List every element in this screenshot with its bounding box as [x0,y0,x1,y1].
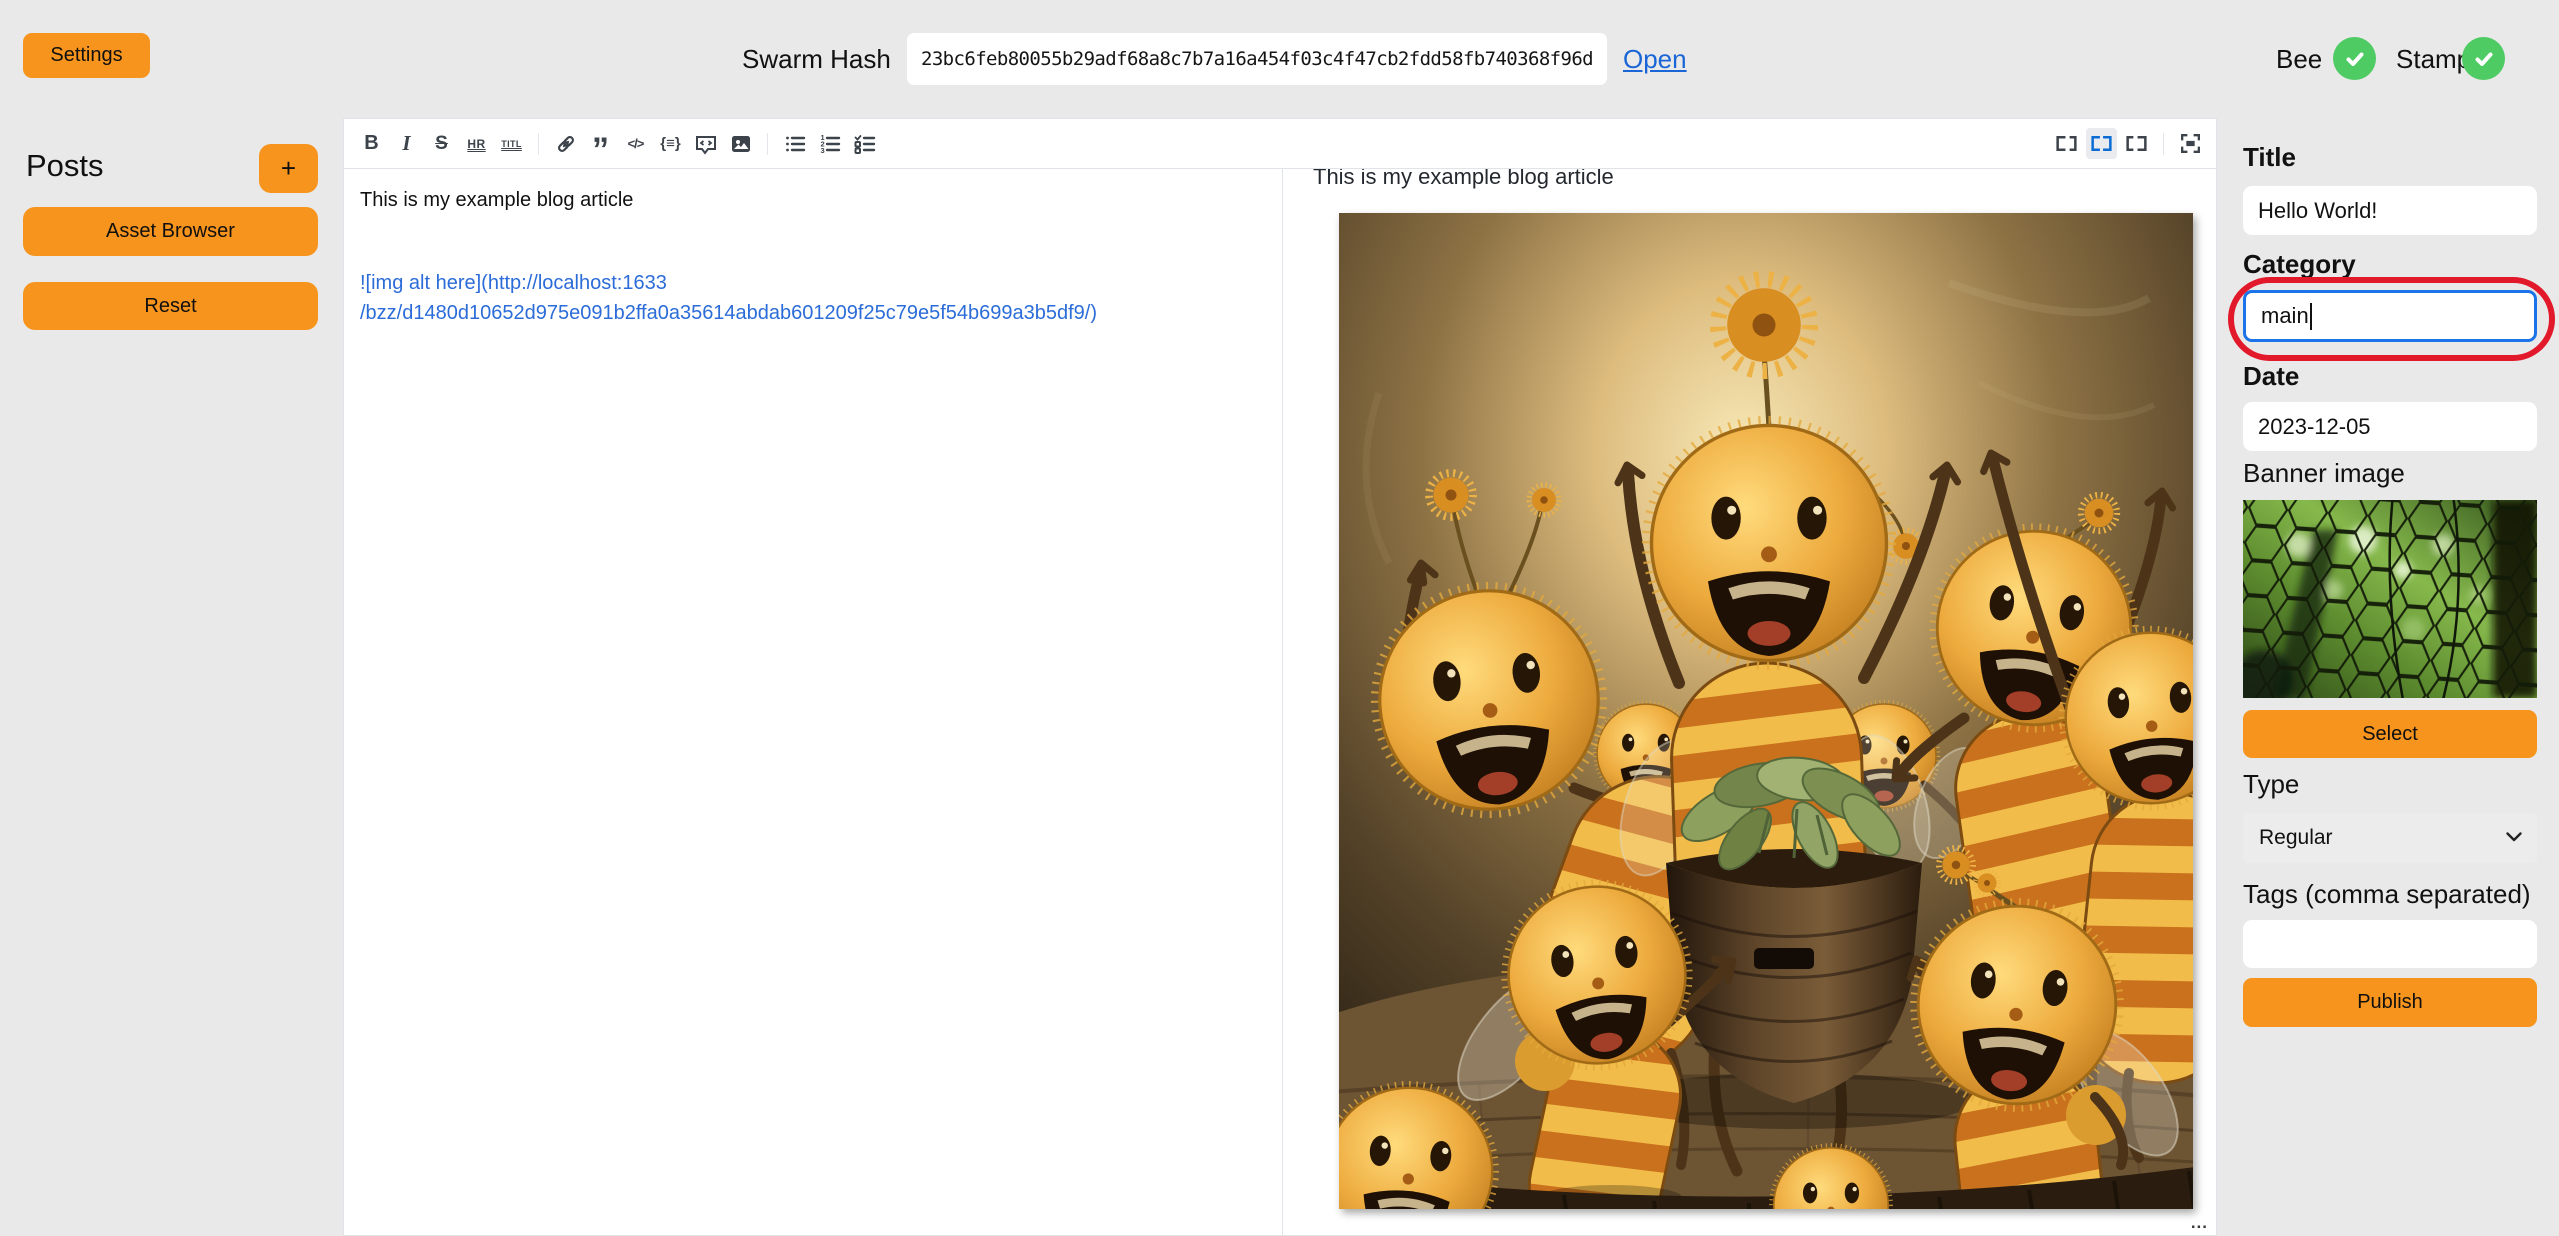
bee-status-label: Bee [2276,33,2322,85]
editor-resize-handle[interactable]: ... [2191,1213,2208,1233]
preview-paragraph: This is my example blog article [1313,169,2216,192]
link-icon[interactable] [550,128,581,159]
banner-image-label: Banner image [2243,458,2405,489]
posts-heading: Posts [26,148,104,184]
add-post-button[interactable]: + [259,144,318,193]
stamp-status-check-icon [2462,37,2505,80]
markdown-source-editor[interactable]: This is my example blog article ![img al… [344,169,1282,1235]
type-selected-value: Regular [2259,826,2333,850]
chevron-down-icon [2506,832,2522,842]
strikethrough-icon[interactable]: S [426,128,457,159]
date-input[interactable]: 2023-12-05 [2243,402,2537,451]
toolbar-divider [767,133,768,155]
code-comment-icon[interactable] [690,128,721,159]
preview-only-layout-icon[interactable] [2121,128,2152,159]
tags-label: Tags (comma separated) [2243,879,2531,910]
image-icon[interactable] [725,128,756,159]
italic-icon[interactable]: I [391,128,422,159]
editor-image-markdown: ![img alt here](http://localhost:1633 /b… [360,268,1266,328]
select-banner-button[interactable]: Select [2243,710,2537,758]
task-list-icon[interactable] [849,128,880,159]
fullscreen-icon[interactable] [2175,128,2206,159]
tags-input[interactable] [2243,920,2537,968]
editor-only-layout-icon[interactable] [2051,128,2082,159]
bee-status-check-icon [2333,37,2376,80]
type-select[interactable]: Regular [2243,813,2537,863]
reset-button[interactable]: Reset [23,282,318,330]
toolbar-divider [538,133,539,155]
article-image [1339,213,2193,1209]
toolbar-divider [2163,133,2164,155]
title-label: Title [2243,142,2296,173]
bold-icon[interactable]: B [356,128,387,159]
category-label: Category [2243,249,2356,280]
split-view-layout-icon[interactable] [2086,128,2117,159]
publish-button[interactable]: Publish [2243,978,2537,1027]
code-block-icon[interactable]: {≡} [655,128,686,159]
horizontal-rule-icon[interactable]: HR [461,128,492,159]
ordered-list-icon[interactable]: 1 2 3 [814,128,845,159]
markdown-preview: This is my example blog article [1282,169,2216,1235]
asset-browser-button[interactable]: Asset Browser [23,207,318,256]
text-caret [2310,303,2312,330]
heading-icon[interactable]: TITL [496,128,527,159]
editor-toolbar: B I S HR TITL ” </> {≡} [344,119,2216,169]
unordered-list-icon[interactable] [779,128,810,159]
category-input[interactable]: main [2243,290,2537,342]
type-label: Type [2243,769,2299,800]
settings-button[interactable]: Settings [23,33,150,78]
swarm-hash-label: Swarm Hash [742,33,891,85]
category-value: main [2261,303,2309,329]
date-label: Date [2243,361,2299,392]
etherjot-app: Settings Swarm Hash 23bc6feb80055b29adf6… [0,0,2559,1236]
banner-image-thumbnail[interactable] [2243,500,2537,698]
inline-code-icon[interactable]: </> [620,128,651,159]
open-link[interactable]: Open [1623,33,1687,85]
stamp-status-label: Stamp [2396,33,2471,85]
title-input[interactable]: Hello World! [2243,186,2537,235]
markdown-editor: B I S HR TITL ” </> {≡} [343,118,2217,1236]
svg-text:3: 3 [820,146,824,155]
editor-text-line: This is my example blog article [360,185,1266,215]
quote-icon[interactable]: ” [585,122,616,165]
swarm-hash-input[interactable]: 23bc6feb80055b29adf68a8c7b7a16a454f03c4f… [907,33,1607,85]
